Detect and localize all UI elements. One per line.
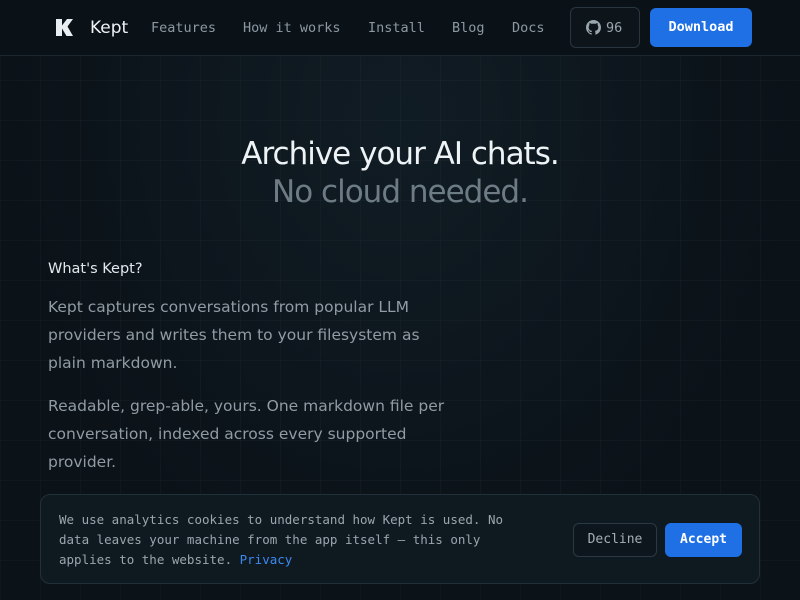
nav-link-how-it-works[interactable]: How it works bbox=[243, 19, 341, 37]
accept-cookies-button[interactable]: Accept bbox=[665, 523, 742, 557]
kept-logo-icon[interactable] bbox=[56, 19, 73, 36]
github-stars-button[interactable]: 96 bbox=[570, 7, 640, 48]
about-paragraph-1: Kept captures conversations from popular… bbox=[48, 298, 420, 372]
top-nav: Kept Features How it works Install Blog … bbox=[0, 0, 800, 56]
section-heading-whats-kept: What's Kept? bbox=[48, 261, 143, 277]
decline-cookies-button[interactable]: Decline bbox=[573, 523, 657, 557]
nav-link-docs[interactable]: Docs bbox=[512, 19, 545, 37]
download-button[interactable]: Download bbox=[650, 8, 752, 47]
nav-link-install[interactable]: Install bbox=[368, 19, 425, 37]
cookie-message: We use analytics cookies to understand h… bbox=[59, 510, 539, 570]
about-paragraph-2: Readable, grep-able, yours. One markdown… bbox=[48, 397, 445, 471]
brand-name[interactable]: Kept bbox=[90, 17, 128, 39]
github-icon bbox=[586, 20, 601, 35]
hero-subheadline: No cloud needed. bbox=[272, 174, 529, 210]
hero-headline: Archive your AI chats. bbox=[241, 136, 559, 172]
nav-link-blog[interactable]: Blog bbox=[452, 19, 485, 37]
cookie-consent-banner: We use analytics cookies to understand h… bbox=[40, 494, 760, 584]
privacy-link[interactable]: Privacy bbox=[240, 552, 293, 567]
github-star-count: 96 bbox=[606, 20, 623, 36]
nav-link-features[interactable]: Features bbox=[151, 19, 216, 37]
